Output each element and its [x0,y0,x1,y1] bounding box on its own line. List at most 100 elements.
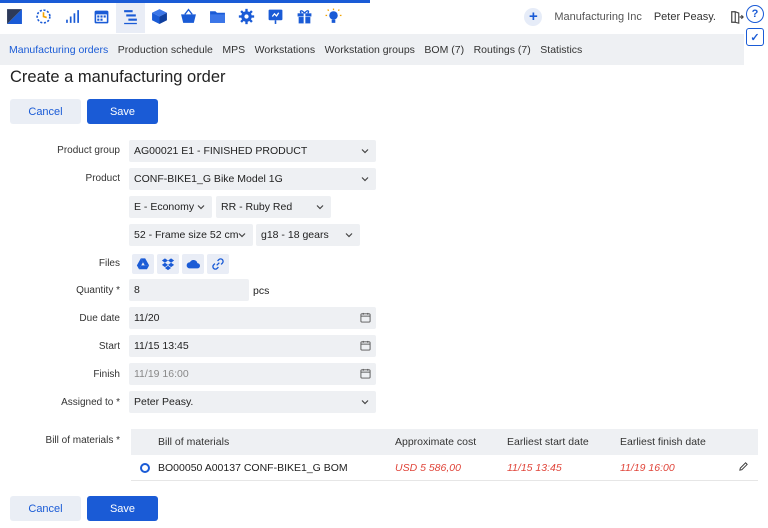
calendar-icon [360,340,371,351]
help-button[interactable]: ? [746,5,764,23]
assigned-to-value: Peter Peasy. [134,396,194,408]
bom-table-header: Bill of materials Approximate cost Earli… [131,429,758,455]
link-icon [212,258,224,270]
checklist-button[interactable]: ✓ [746,28,764,46]
inventory-box-icon [152,9,167,24]
logout-button[interactable] [730,10,744,24]
chevron-down-icon [345,233,353,238]
plus-icon: + [529,8,538,25]
dropbox-button[interactable] [157,254,179,274]
gear-icon [238,8,255,25]
due-date-input[interactable]: 11/20 [129,307,376,329]
bom-label: Bill of materials * [45,435,120,446]
table-row[interactable]: BO00050 A00137 CONF-BIKE1_G BOM USD 5 58… [131,455,758,481]
ideas-app[interactable] [319,0,348,33]
finish-value: 11/19 16:00 [134,368,189,380]
calendar-icon [360,312,371,323]
gift-app[interactable] [290,0,319,33]
assigned-to-select[interactable]: Peter Peasy. [129,391,376,413]
bom-table: Bill of materials Approximate cost Earli… [131,429,758,481]
option-economy-select[interactable]: E - Economy [129,196,212,218]
crm-app[interactable] [29,0,58,33]
documents-app[interactable] [203,0,232,33]
tab-statistics[interactable]: Statistics [540,44,582,56]
top-accent-line [0,0,370,3]
basket-icon [181,8,196,23]
side-buttons: ? ✓ [746,5,766,51]
due-date-label: Due date [79,313,120,324]
chevron-down-icon [316,205,324,210]
column-header-bom: Bill of materials [158,436,230,448]
column-header-finish: Earliest finish date [620,436,706,448]
calendar-icon [360,368,371,379]
dashboard-app[interactable] [0,0,29,33]
production-app[interactable] [116,0,145,33]
page-title: Create a manufacturing order [10,68,226,86]
reports-app[interactable] [58,0,87,33]
tab-workstation-groups[interactable]: Workstation groups [325,44,415,56]
cancel-button-bottom[interactable]: Cancel [10,496,81,521]
dropbox-icon [161,258,175,271]
tab-routings[interactable]: Routings (7) [474,44,531,56]
column-header-cost: Approximate cost [395,436,477,448]
company-name[interactable]: Manufacturing Inc [554,11,641,23]
calendar-icon [94,10,109,24]
onedrive-button[interactable] [182,254,204,274]
chevron-down-icon [197,205,205,210]
save-button[interactable]: Save [87,99,158,124]
product-group-label: Product group [57,145,120,156]
product-select[interactable]: CONF-BIKE1_G Bike Model 1G [129,168,376,190]
screen-app[interactable] [261,0,290,33]
google-drive-icon [136,258,150,270]
start-input[interactable]: 11/15 13:45 [129,335,376,357]
bom-name: BO00050 A00137 CONF-BIKE1_G BOM [158,461,348,474]
product-label: Product [85,173,120,184]
settings-app[interactable] [232,0,261,33]
product-group-value: AG00021 E1 - FINISHED PRODUCT [134,145,308,157]
option-color-select[interactable]: RR - Ruby Red [216,196,331,218]
finish-label: Finish [93,369,120,380]
user-name[interactable]: Peter Peasy. [654,11,716,23]
product-group-select[interactable]: AG00021 E1 - FINISHED PRODUCT [129,140,376,162]
dashboard-screen-icon [268,9,283,24]
product-value: CONF-BIKE1_G Bike Model 1G [134,173,283,185]
sales-app[interactable] [174,0,203,33]
option-economy-value: E - Economy [134,201,195,213]
top-bar: + Manufacturing Inc Peter Peasy. [0,0,744,33]
tab-manufacturing-orders[interactable]: Manufacturing orders [9,44,108,56]
file-attachments [132,254,232,274]
column-header-start: Earliest start date [507,436,589,448]
finish-input[interactable]: 11/19 16:00 [129,363,376,385]
tab-production-schedule[interactable]: Production schedule [118,44,213,56]
tab-bom[interactable]: BOM (7) [424,44,464,56]
checkbox-icon: ✓ [750,31,760,44]
link-button[interactable] [207,254,229,274]
quantity-label: Quantity * [76,285,120,296]
bom-earliest-start: 11/15 13:45 [507,461,562,474]
start-value: 11/15 13:45 [134,340,189,352]
edit-bom-button[interactable] [738,461,758,475]
logout-icon [731,10,744,24]
add-button[interactable]: + [524,7,543,26]
production-icon [124,10,137,25]
gift-icon [297,10,312,24]
crm-icon [36,9,51,24]
help-icon: ? [751,8,759,20]
cancel-button[interactable]: Cancel [10,99,81,124]
option-frame-select[interactable]: 52 - Frame size 52 cm [129,224,253,246]
bom-cost: USD 5 586,00 [395,461,461,474]
bar-chart-icon [66,10,79,23]
cloud-icon [186,259,200,269]
folder-icon [210,11,225,23]
dashboard-icon [7,9,22,24]
inventory-app[interactable] [145,0,174,33]
google-drive-button[interactable] [132,254,154,274]
app-switcher [0,0,348,33]
tab-mps[interactable]: MPS [222,44,245,56]
calendar-app[interactable] [87,0,116,33]
option-gears-select[interactable]: g18 - 18 gears [256,224,360,246]
tab-workstations[interactable]: Workstations [255,44,316,56]
quantity-input[interactable]: 8 [129,279,249,301]
bom-radio-selected[interactable] [139,462,150,473]
save-button-bottom[interactable]: Save [87,496,158,521]
